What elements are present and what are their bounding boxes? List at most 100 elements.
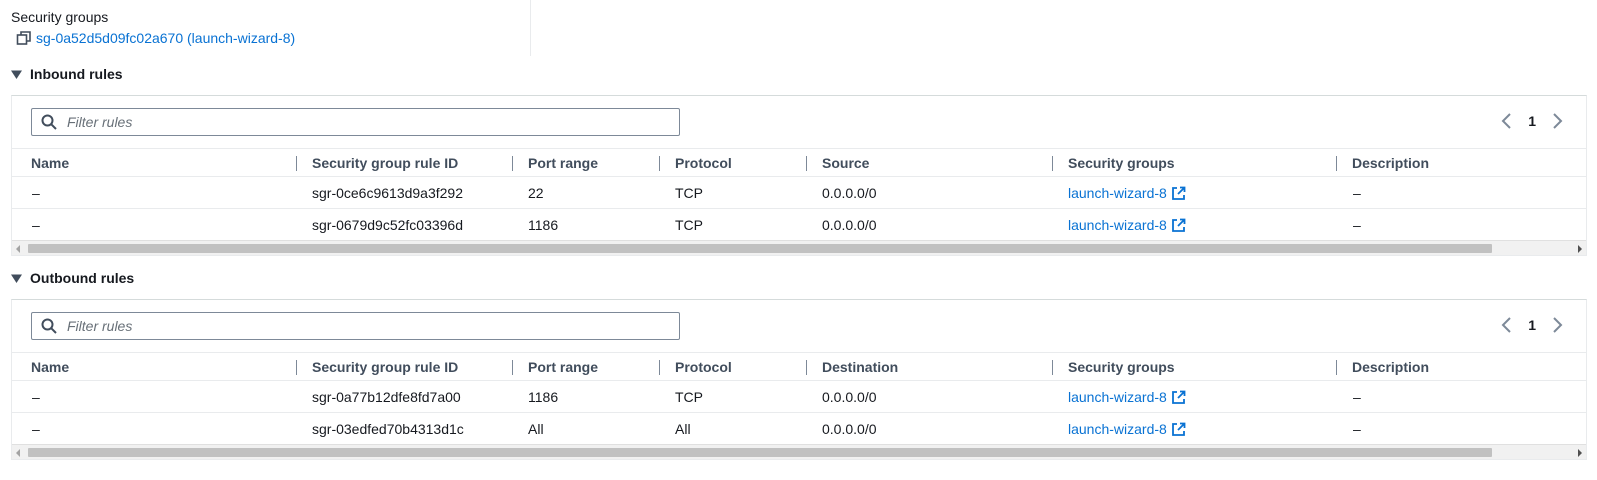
security-group-link-text[interactable]: launch-wizard-8 [1068,389,1167,405]
inbound-pagination: 1 [1500,112,1564,130]
cell-name: – [32,217,40,233]
cell-protocol: TCP [675,217,703,233]
external-link-icon[interactable] [1171,218,1186,233]
cell-description: – [1353,185,1361,201]
chevron-left-icon[interactable] [1500,112,1514,130]
column-header-security-groups[interactable]: Security groups [1068,359,1175,375]
column-header-rule-id[interactable]: Security group rule ID [312,155,458,171]
cell-name: – [32,389,40,405]
chevron-right-icon[interactable] [1550,316,1564,334]
column-divider[interactable] [659,360,660,375]
outbound-page-number[interactable]: 1 [1528,317,1536,333]
scroll-left-arrow-icon[interactable] [16,449,20,457]
table-row[interactable]: – sgr-0a77b12dfe8fd7a00 1186 TCP 0.0.0.0… [12,381,1586,413]
external-link-icon[interactable] [1171,390,1186,405]
column-header-name[interactable]: Name [31,155,69,171]
outbound-rules-header[interactable]: Outbound rules [11,270,134,286]
inbound-filter-input[interactable] [65,113,679,131]
outbound-rules-table: 1 Name Security group rule ID Port range… [11,299,1587,460]
security-group-cell-link[interactable]: launch-wizard-8 [1068,217,1186,233]
table-row[interactable]: – sgr-0679d9c52fc03396d 1186 TCP 0.0.0.0… [12,209,1586,241]
outbound-filter-field[interactable] [31,312,680,340]
security-group-cell-link[interactable]: launch-wizard-8 [1068,185,1186,201]
outbound-filter-input[interactable] [65,317,679,335]
column-header-security-groups[interactable]: Security groups [1068,155,1175,171]
column-header-port-range[interactable]: Port range [528,155,598,171]
security-group-link-text[interactable]: launch-wizard-8 [1068,421,1167,437]
scrollbar-thumb[interactable] [28,244,1492,253]
cell-protocol: TCP [675,185,703,201]
scroll-left-arrow-icon[interactable] [16,245,20,253]
scrollbar-thumb[interactable] [28,448,1492,457]
cell-protocol: All [675,421,691,437]
column-divider[interactable] [806,360,807,375]
column-divider[interactable] [806,156,807,171]
inbound-table-header: Name Security group rule ID Port range P… [12,148,1586,177]
column-header-port-range[interactable]: Port range [528,359,598,375]
cell-description: – [1353,389,1361,405]
outbound-rules-title: Outbound rules [30,270,135,286]
cell-protocol: TCP [675,389,703,405]
column-header-description[interactable]: Description [1352,359,1429,375]
column-header-protocol[interactable]: Protocol [675,155,732,171]
column-header-description[interactable]: Description [1352,155,1429,171]
column-header-destination[interactable]: Destination [822,359,898,375]
scroll-right-arrow-icon[interactable] [1578,245,1582,253]
security-group-cell-link[interactable]: launch-wizard-8 [1068,389,1186,405]
column-header-rule-id[interactable]: Security group rule ID [312,359,458,375]
security-group-link-text[interactable]: launch-wizard-8 [1068,185,1167,201]
cell-name: – [32,421,40,437]
security-group-link-text[interactable]: sg-0a52d5d09fc02a670 (launch-wizard-8) [36,30,295,46]
cell-port-range: All [528,421,544,437]
column-divider[interactable] [1336,360,1337,375]
cell-port-range: 1186 [528,217,559,233]
chevron-left-icon[interactable] [1500,316,1514,334]
security-group-link-text[interactable]: launch-wizard-8 [1068,217,1167,233]
cell-port-range: 22 [528,185,544,201]
horizontal-scrollbar[interactable] [12,444,1586,459]
external-link-icon[interactable] [1171,186,1186,201]
security-groups-label: Security groups [11,9,109,25]
cell-destination: 0.0.0.0/0 [822,389,877,405]
column-header-protocol[interactable]: Protocol [675,359,732,375]
cell-name: – [32,185,40,201]
column-header-name[interactable]: Name [31,359,69,375]
column-divider[interactable] [296,156,297,171]
inbound-rules-title: Inbound rules [30,66,123,82]
column-divider[interactable] [512,360,513,375]
chevron-right-icon[interactable] [1550,112,1564,130]
column-divider[interactable] [1336,156,1337,171]
external-link-icon[interactable] [1171,422,1186,437]
cell-rule-id: sgr-03edfed70b4313d1c [312,421,464,437]
security-group-cell-link[interactable]: launch-wizard-8 [1068,421,1186,437]
column-divider[interactable] [659,156,660,171]
inbound-page-number[interactable]: 1 [1528,113,1536,129]
table-row[interactable]: – sgr-0ce6c9613d9a3f292 22 TCP 0.0.0.0/0… [12,177,1586,209]
column-divider[interactable] [512,156,513,171]
security-group-link[interactable]: sg-0a52d5d09fc02a670 (launch-wizard-8) [16,30,295,46]
column-divider[interactable] [1052,156,1053,171]
security-groups-block: Security groups sg-0a52d5d09fc02a670 (la… [0,0,531,56]
cell-source: 0.0.0.0/0 [822,185,877,201]
inbound-rules-header[interactable]: Inbound rules [11,66,123,82]
column-divider[interactable] [1052,360,1053,375]
column-header-source[interactable]: Source [822,155,869,171]
search-icon [41,114,57,130]
outbound-pagination: 1 [1500,316,1564,334]
cell-rule-id: sgr-0ce6c9613d9a3f292 [312,185,464,201]
cell-description: – [1353,421,1361,437]
inbound-filter-field[interactable] [31,108,680,136]
outbound-table-header: Name Security group rule ID Port range P… [12,352,1586,381]
search-icon [41,318,57,334]
cell-port-range: 1186 [528,389,559,405]
table-row[interactable]: – sgr-03edfed70b4313d1c All All 0.0.0.0/… [12,413,1586,445]
caret-down-icon [11,70,22,79]
cell-destination: 0.0.0.0/0 [822,421,877,437]
scroll-right-arrow-icon[interactable] [1578,449,1582,457]
cell-rule-id: sgr-0a77b12dfe8fd7a00 [312,389,461,405]
horizontal-scrollbar[interactable] [12,240,1586,255]
caret-down-icon [11,274,22,283]
copy-icon[interactable] [16,30,32,46]
cell-rule-id: sgr-0679d9c52fc03396d [312,217,464,233]
column-divider[interactable] [296,360,297,375]
